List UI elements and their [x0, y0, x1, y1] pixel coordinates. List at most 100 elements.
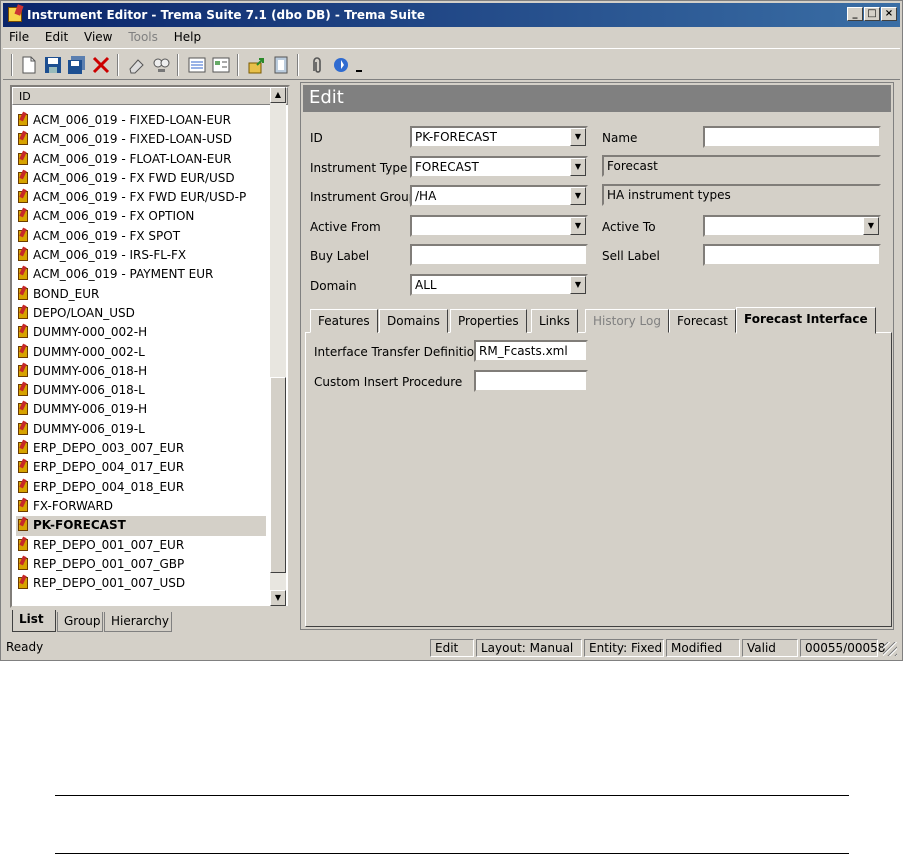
instrument-icon [18, 306, 28, 319]
list-item[interactable]: ACM_006_019 - FIXED-LOAN-USD [16, 130, 266, 149]
chevron-down-icon[interactable]: ▼ [570, 128, 586, 146]
list-item[interactable]: ACM_006_019 - FX OPTION [16, 207, 266, 226]
list-item[interactable]: FX-FORWARD [16, 497, 266, 516]
list-item[interactable]: ERP_DEPO_003_007_EUR [16, 439, 266, 458]
window-title: Instrument Editor - Trema Suite 7.1 (dbo… [27, 8, 425, 22]
active-to-select[interactable]: ▼ [703, 215, 881, 237]
list-item[interactable]: ERP_DEPO_004_017_EUR [16, 458, 266, 477]
divider-line [55, 853, 849, 854]
scroll-thumb[interactable] [270, 377, 286, 573]
chevron-down-icon[interactable]: ▼ [863, 217, 879, 235]
status-mode: Edit [430, 639, 474, 657]
eraser-icon[interactable] [127, 55, 147, 75]
instrument-icon [18, 345, 28, 358]
menu-view[interactable]: View [78, 28, 118, 46]
menu-edit[interactable]: Edit [39, 28, 74, 46]
new-icon[interactable] [19, 55, 39, 75]
tab-history-log[interactable]: History Log [585, 309, 669, 333]
active-from-select[interactable]: ▼ [410, 215, 588, 237]
instrument-icon [18, 422, 28, 435]
list-item[interactable]: DUMMY-006_019-L [16, 420, 266, 439]
list-item[interactable]: ERP_DEPO_004_018_EUR [16, 478, 266, 497]
help-icon[interactable] [331, 55, 351, 75]
list-item[interactable]: ACM_006_019 - FX FWD EUR/USD-P [16, 188, 266, 207]
save-all-icon[interactable] [67, 55, 87, 75]
delete-icon[interactable] [91, 55, 111, 75]
instrument-icon [18, 364, 28, 377]
tab-domains[interactable]: Domains [379, 309, 448, 333]
tab-features[interactable]: Features [310, 309, 378, 333]
list-scrollbar[interactable]: ▲ ▼ [270, 87, 286, 606]
name-input[interactable] [703, 126, 881, 148]
import-icon[interactable] [271, 55, 291, 75]
domain-label: Domain [310, 279, 357, 293]
status-ready: Ready [6, 640, 44, 654]
menu-help[interactable]: Help [168, 28, 207, 46]
list-view-icon[interactable] [187, 55, 207, 75]
menu-tools[interactable]: Tools [122, 28, 164, 46]
list-item[interactable]: REP_DEPO_001_007_GBP [16, 555, 266, 574]
interface-transfer-definition-input[interactable]: RM_Fcasts.xml [474, 340, 588, 362]
tab-hierarchy[interactable]: Hierarchy [104, 612, 172, 632]
form-view-icon[interactable] [211, 55, 231, 75]
maximize-button[interactable]: □ [864, 7, 880, 21]
instrument-icon [18, 480, 28, 493]
tab-list[interactable]: List [12, 610, 56, 632]
status-valid: Valid [742, 639, 798, 657]
status-bar: Ready Edit Layout: Manual Entity: Fixed … [2, 638, 899, 658]
instrument-icon [18, 519, 28, 532]
save-icon[interactable] [43, 55, 63, 75]
buy-label-input[interactable] [410, 244, 588, 266]
find-icon[interactable] [151, 55, 171, 75]
id-select[interactable]: PK-FORECAST ▼ [410, 126, 588, 148]
list-item[interactable]: ACM_006_019 - IRS-FL-FX [16, 246, 266, 265]
chevron-down-icon[interactable]: ▼ [570, 158, 586, 176]
list-item[interactable]: DUMMY-000_002-H [16, 323, 266, 342]
list-item[interactable]: REP_DEPO_001_007_USD [16, 574, 266, 593]
dropdown-arrow-icon[interactable] [353, 55, 365, 75]
list-item[interactable]: ACM_006_019 - FX FWD EUR/USD [16, 169, 266, 188]
list-item[interactable]: ACM_006_019 - FLOAT-LOAN-EUR [16, 150, 266, 169]
list-item[interactable]: REP_DEPO_001_007_EUR [16, 536, 266, 555]
resize-grip[interactable] [883, 642, 897, 656]
chevron-down-icon[interactable]: ▼ [570, 187, 586, 205]
instrument-group-select[interactable]: /HA ▼ [410, 185, 588, 207]
instrument-icon [18, 152, 28, 165]
scroll-down-button[interactable]: ▼ [270, 590, 286, 606]
toolbar-separator [237, 54, 239, 76]
list-item[interactable]: DUMMY-000_002-L [16, 343, 266, 362]
sell-label-input[interactable] [703, 244, 881, 266]
list-item[interactable]: DUMMY-006_018-L [16, 381, 266, 400]
list-item[interactable]: ACM_006_019 - FX SPOT [16, 227, 266, 246]
list-item[interactable]: BOND_EUR [16, 285, 266, 304]
edit-panel-title: Edit [303, 85, 891, 112]
close-button[interactable]: × [881, 7, 897, 21]
list-item[interactable]: DUMMY-006_018-H [16, 362, 266, 381]
instrument-type-select[interactable]: FORECAST ▼ [410, 156, 588, 178]
export-icon[interactable] [247, 55, 267, 75]
list-item-selected[interactable]: PK-FORECAST [16, 516, 266, 536]
minimize-button[interactable]: _ [847, 7, 863, 21]
title-bar[interactable]: Instrument Editor - Trema Suite 7.1 (dbo… [3, 3, 900, 27]
instrument-list-panel: ID ACM_006_019 - FIXED-LOAN-EUR ACM_006_… [10, 85, 290, 608]
instrument-group-description: HA instrument types [602, 184, 881, 206]
custom-insert-procedure-input[interactable] [474, 370, 588, 392]
list-header-id[interactable]: ID [12, 87, 288, 105]
tab-group[interactable]: Group [57, 612, 103, 632]
attach-icon[interactable] [307, 55, 327, 75]
menu-file[interactable]: File [3, 28, 35, 46]
chevron-down-icon[interactable]: ▼ [570, 217, 586, 235]
scroll-up-button[interactable]: ▲ [270, 87, 286, 103]
list-item[interactable]: DUMMY-006_019-H [16, 400, 266, 419]
tab-forecast-interface[interactable]: Forecast Interface [736, 307, 876, 334]
tab-forecast[interactable]: Forecast [669, 309, 736, 333]
list-item[interactable]: ACM_006_019 - PAYMENT EUR [16, 265, 266, 284]
active-from-label: Active From [310, 220, 381, 234]
domain-select[interactable]: ALL ▼ [410, 274, 588, 296]
tab-links[interactable]: Links [531, 309, 578, 333]
tab-properties[interactable]: Properties [450, 309, 527, 333]
instrument-icon [18, 577, 28, 590]
chevron-down-icon[interactable]: ▼ [570, 276, 586, 294]
list-item[interactable]: DEPO/LOAN_USD [16, 304, 266, 323]
list-item[interactable]: ACM_006_019 - FIXED-LOAN-EUR [16, 111, 266, 130]
